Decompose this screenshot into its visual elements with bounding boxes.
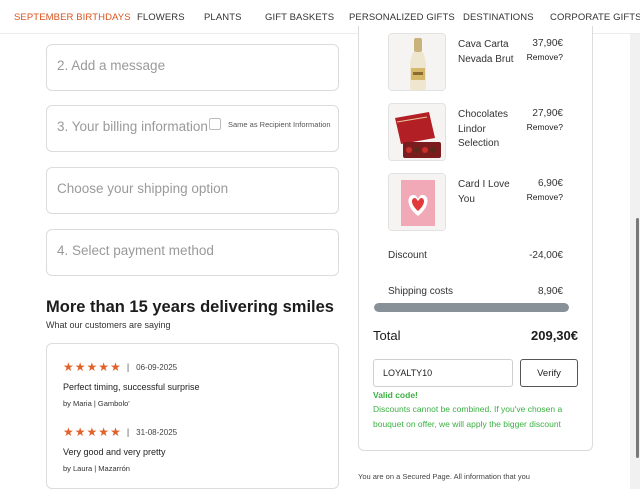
nav-item-personalized-gifts[interactable]: PERSONALIZED GIFTS <box>349 12 455 23</box>
shipping-costs-label: Shipping costs <box>388 286 454 297</box>
review-text: Very good and very pretty <box>63 447 166 457</box>
review-separator: | <box>126 427 130 437</box>
star-icon: ★ <box>63 425 74 439</box>
page-scrollbar-thumb[interactable] <box>636 218 639 458</box>
verify-coupon-button[interactable]: Verify <box>520 359 578 387</box>
review-item: ★ ★ ★ ★ ★ | 06-09-2025 Perfect timing, succe… <box>63 361 323 408</box>
cart-item-price: 27,90€ <box>532 108 563 119</box>
order-summary-panel: Cava Carta Nevada Brut 37,90€ Remove? Ch… <box>358 26 593 451</box>
heart-card-icon <box>388 173 446 231</box>
cart-item-name: Card I Love You <box>458 179 510 205</box>
billing-information-step-label: 3. Your billing information <box>57 119 208 134</box>
coupon-valid-message: Valid code! <box>373 390 418 400</box>
star-icon: ★ <box>98 425 110 439</box>
nav-item-corporate-gifts[interactable]: CORPORATE GIFTS <box>550 12 640 23</box>
shipping-progress-bar <box>374 303 569 312</box>
discount-value: -24,00€ <box>529 250 563 261</box>
payment-method-step-label: 4. Select payment method <box>57 243 214 258</box>
coupon-code-input[interactable] <box>373 359 513 387</box>
review-item: ★ ★ ★ ★ ★ | 31-08-2025 Very good and very pr… <box>63 426 323 473</box>
total-label: Total <box>373 328 401 343</box>
reviews-title: More than 15 years delivering smiles <box>46 298 334 316</box>
cart-item-name: Cava Carta Nevada Brut <box>458 39 514 65</box>
reviews-card: ★ ★ ★ ★ ★ | 06-09-2025 Perfect timing, succe… <box>46 343 339 489</box>
sparkling-wine-bottle-icon <box>388 33 446 91</box>
star-icon: ★ <box>110 425 121 439</box>
cart-item-price: 37,90€ <box>532 38 563 49</box>
remove-item-link[interactable]: Remove? <box>527 52 563 62</box>
review-date: 06-09-2025 <box>136 362 178 372</box>
star-icon: ★ <box>86 425 98 439</box>
review-author: by Maria | Gambolo' <box>63 399 130 408</box>
remove-item-link[interactable]: Remove? <box>527 192 563 202</box>
cart-item-name: Chocolates Lindor Selection <box>458 109 509 149</box>
same-as-recipient-checkbox[interactable] <box>209 118 221 130</box>
shipping-costs-value: 8,90€ <box>537 286 563 297</box>
discount-label: Discount <box>388 250 427 261</box>
total-row: Total 209,30€ <box>373 328 578 343</box>
review-separator: | <box>126 362 130 372</box>
shipping-option-step[interactable]: Choose your shipping option <box>46 167 339 214</box>
secure-page-note: You are on a Secured Page. All informati… <box>358 472 530 481</box>
star-rating: ★ ★ ★ ★ ★ <box>63 361 122 373</box>
shipping-progress-fill <box>374 303 569 312</box>
review-author: by Laura | Mazarrón <box>63 464 130 473</box>
same-as-recipient-toggle[interactable]: Same as Recipient Information <box>209 118 331 130</box>
star-icon: ★ <box>98 360 110 374</box>
review-date: 31-08-2025 <box>136 427 178 437</box>
nav-item-gift-baskets[interactable]: GIFT BASKETS <box>265 12 334 23</box>
shipping-costs-row: Shipping costs 8,90€ <box>388 286 563 297</box>
add-message-step[interactable]: 2. Add a message <box>46 44 339 91</box>
star-icon: ★ <box>74 360 86 374</box>
nav-item-flowers[interactable]: FLOWERS <box>137 12 185 23</box>
nav-item-plants[interactable]: PLANTS <box>204 12 242 23</box>
star-icon: ★ <box>86 360 98 374</box>
cart-item: Card I Love You 6,90€ Remove? <box>388 173 588 233</box>
add-message-step-label: 2. Add a message <box>57 58 166 73</box>
discount-note: Discounts cannot be combined. If you've … <box>373 404 563 429</box>
billing-information-step[interactable]: 3. Your billing information Same as Reci… <box>46 105 339 152</box>
remove-item-link[interactable]: Remove? <box>527 122 563 132</box>
nav-item-destinations[interactable]: DESTINATIONS <box>463 12 534 23</box>
star-icon: ★ <box>110 360 121 374</box>
cart-item: Cava Carta Nevada Brut 37,90€ Remove? <box>388 33 588 93</box>
payment-method-step[interactable]: 4. Select payment method <box>46 229 339 276</box>
discount-row: Discount -24,00€ <box>388 250 563 261</box>
shipping-option-step-label: Choose your shipping option <box>57 181 229 196</box>
review-text: Perfect timing, successful surprise <box>63 382 200 392</box>
total-value: 209,30€ <box>531 328 578 343</box>
cart-item-price: 6,90€ <box>537 178 563 189</box>
star-icon: ★ <box>63 360 74 374</box>
same-as-recipient-label: Same as Recipient Information <box>228 119 331 129</box>
bottom-fade <box>340 482 600 489</box>
reviews-subtitle: What our customers are saying <box>46 320 171 330</box>
cart-item: Chocolates Lindor Selection 27,90€ Remov… <box>388 103 588 163</box>
chocolate-box-icon <box>388 103 446 161</box>
star-icon: ★ <box>74 425 86 439</box>
star-rating: ★ ★ ★ ★ ★ <box>63 426 122 438</box>
nav-item-september-birthdays[interactable]: SEPTEMBER BIRTHDAYS <box>14 12 131 23</box>
